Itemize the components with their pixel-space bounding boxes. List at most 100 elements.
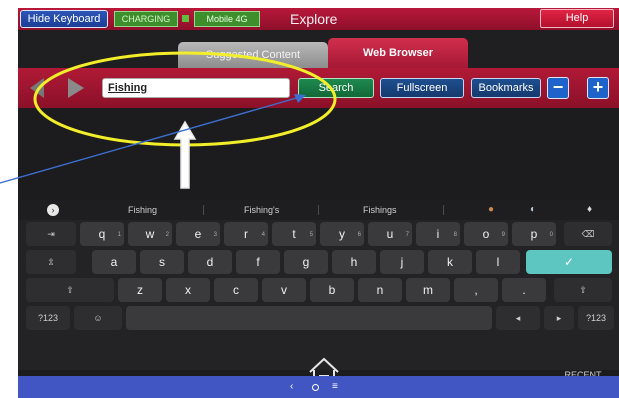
- suggestion-item[interactable]: Fishing's: [244, 203, 279, 217]
- key-number-hint: 6: [357, 232, 361, 238]
- key-t-label: t: [292, 227, 296, 241]
- key-comma-label: ,: [474, 283, 478, 297]
- shift-key-left-label: ⇧: [66, 285, 74, 295]
- key-k-label: k: [447, 255, 453, 269]
- backspace-key[interactable]: ⌫: [564, 222, 612, 246]
- key-m-label: m: [423, 283, 433, 297]
- hide-keyboard-button[interactable]: Hide Keyboard: [20, 10, 108, 28]
- cursor-left-key[interactable]: ◂: [496, 306, 540, 330]
- key-f-label: f: [256, 255, 260, 269]
- emoji-key-label: ☺: [93, 313, 103, 323]
- key-h[interactable]: h: [332, 250, 376, 274]
- key-e[interactable]: e3: [176, 222, 220, 246]
- key-number-hint: 1: [117, 232, 121, 238]
- key-q[interactable]: q1: [80, 222, 124, 246]
- key-number-hint: 5: [309, 232, 313, 238]
- key-d[interactable]: d: [188, 250, 232, 274]
- system-nav-bar: ‹ ≡: [18, 376, 619, 398]
- key-k[interactable]: k: [428, 250, 472, 274]
- key-p[interactable]: p0: [512, 222, 556, 246]
- enter-key[interactable]: ✓: [526, 250, 612, 274]
- tab-suggested-content[interactable]: Suggested Content: [178, 42, 328, 68]
- key-t[interactable]: t5: [272, 222, 316, 246]
- symbols-key-right-label: ?123: [585, 313, 607, 323]
- chevron-right-icon[interactable]: ›: [47, 204, 59, 216]
- key-c-label: c: [233, 283, 239, 297]
- key-g-label: g: [302, 255, 310, 269]
- tab-key[interactable]: ⇥: [26, 222, 76, 246]
- key-period-label: .: [522, 283, 526, 297]
- key-j[interactable]: j: [380, 250, 424, 274]
- bookmarks-button[interactable]: Bookmarks: [471, 78, 541, 98]
- suggestion-item[interactable]: Fishings: [363, 203, 397, 217]
- network-status: Mobile 4G: [194, 11, 260, 27]
- help-button[interactable]: Help: [540, 9, 614, 28]
- sticker-suggestion-icon[interactable]: ◐: [530, 204, 536, 216]
- key-c[interactable]: c: [214, 278, 258, 302]
- key-r[interactable]: r4: [224, 222, 268, 246]
- top-bar: Hide Keyboard CHARGING Mobile 4G Explore…: [18, 8, 619, 30]
- key-w[interactable]: w2: [128, 222, 172, 246]
- microphone-icon[interactable]: ♦: [587, 204, 592, 216]
- key-d-label: d: [206, 255, 214, 269]
- home-circle-icon[interactable]: [312, 384, 319, 391]
- shift-key-right[interactable]: ⇧: [554, 278, 612, 302]
- key-x[interactable]: x: [166, 278, 210, 302]
- caps-key-label: ⇫: [47, 257, 55, 267]
- symbols-key-left[interactable]: ?123: [26, 306, 70, 330]
- key-o[interactable]: o9: [464, 222, 508, 246]
- key-n[interactable]: n: [358, 278, 402, 302]
- browser-content: [18, 108, 619, 200]
- cursor-left-key-label: ◂: [515, 313, 521, 323]
- emoji-key[interactable]: ☺: [74, 306, 122, 330]
- key-a[interactable]: a: [92, 250, 136, 274]
- suggestion-strip: › Fishing Fishing's Fishings ● ◐ ♦: [18, 200, 619, 220]
- key-l[interactable]: l: [476, 250, 520, 274]
- on-screen-keyboard: › Fishing Fishing's Fishings ● ◐ ♦ ⇥ q 1 w 2…: [18, 200, 619, 398]
- menu-icon[interactable]: ≡: [332, 381, 338, 392]
- key-l-label: l: [496, 255, 500, 269]
- symbols-key-left-label: ?123: [37, 313, 59, 323]
- emoji-suggestion-icon[interactable]: ●: [488, 204, 494, 216]
- key-b[interactable]: b: [310, 278, 354, 302]
- caps-key[interactable]: ⇫: [26, 250, 76, 274]
- back-arrow-icon[interactable]: [30, 78, 44, 98]
- cursor-right-key[interactable]: ▸: [544, 306, 574, 330]
- key-z[interactable]: z: [118, 278, 162, 302]
- url-input[interactable]: Fishing: [102, 78, 290, 98]
- key-m[interactable]: m: [406, 278, 450, 302]
- key-f[interactable]: f: [236, 250, 280, 274]
- zoom-in-button[interactable]: +: [587, 77, 609, 99]
- key-q-label: q: [98, 227, 106, 241]
- key-number-hint: 9: [501, 232, 505, 238]
- zoom-out-button[interactable]: −: [547, 77, 569, 99]
- space-key[interactable]: [126, 306, 492, 330]
- key-j-label: j: [400, 255, 404, 269]
- key-v[interactable]: v: [262, 278, 306, 302]
- search-button[interactable]: Search: [298, 78, 374, 98]
- forward-arrow-icon[interactable]: [68, 78, 84, 98]
- key-b-label: b: [328, 283, 336, 297]
- charging-status: CHARGING: [114, 11, 178, 27]
- key-e-label: e: [194, 227, 202, 241]
- key-period[interactable]: .: [502, 278, 546, 302]
- key-number-hint: 3: [213, 232, 217, 238]
- enter-key-label: ✓: [563, 255, 575, 269]
- key-i[interactable]: i8: [416, 222, 460, 246]
- key-a-label: a: [110, 255, 118, 269]
- key-g[interactable]: g: [284, 250, 328, 274]
- divider: [443, 205, 444, 215]
- shift-key-left[interactable]: ⇧: [26, 278, 114, 302]
- key-s[interactable]: s: [140, 250, 184, 274]
- key-u-label: u: [386, 227, 394, 241]
- key-comma[interactable]: ,: [454, 278, 498, 302]
- symbols-key-right[interactable]: ?123: [578, 306, 614, 330]
- back-icon[interactable]: ‹: [290, 381, 293, 392]
- tab-key-label: ⇥: [47, 229, 55, 239]
- key-y[interactable]: y6: [320, 222, 364, 246]
- key-h-label: h: [350, 255, 358, 269]
- key-u[interactable]: u7: [368, 222, 412, 246]
- tab-web-browser[interactable]: Web Browser: [328, 38, 468, 68]
- fullscreen-button[interactable]: Fullscreen: [380, 78, 464, 98]
- suggestion-item[interactable]: Fishing: [128, 203, 157, 217]
